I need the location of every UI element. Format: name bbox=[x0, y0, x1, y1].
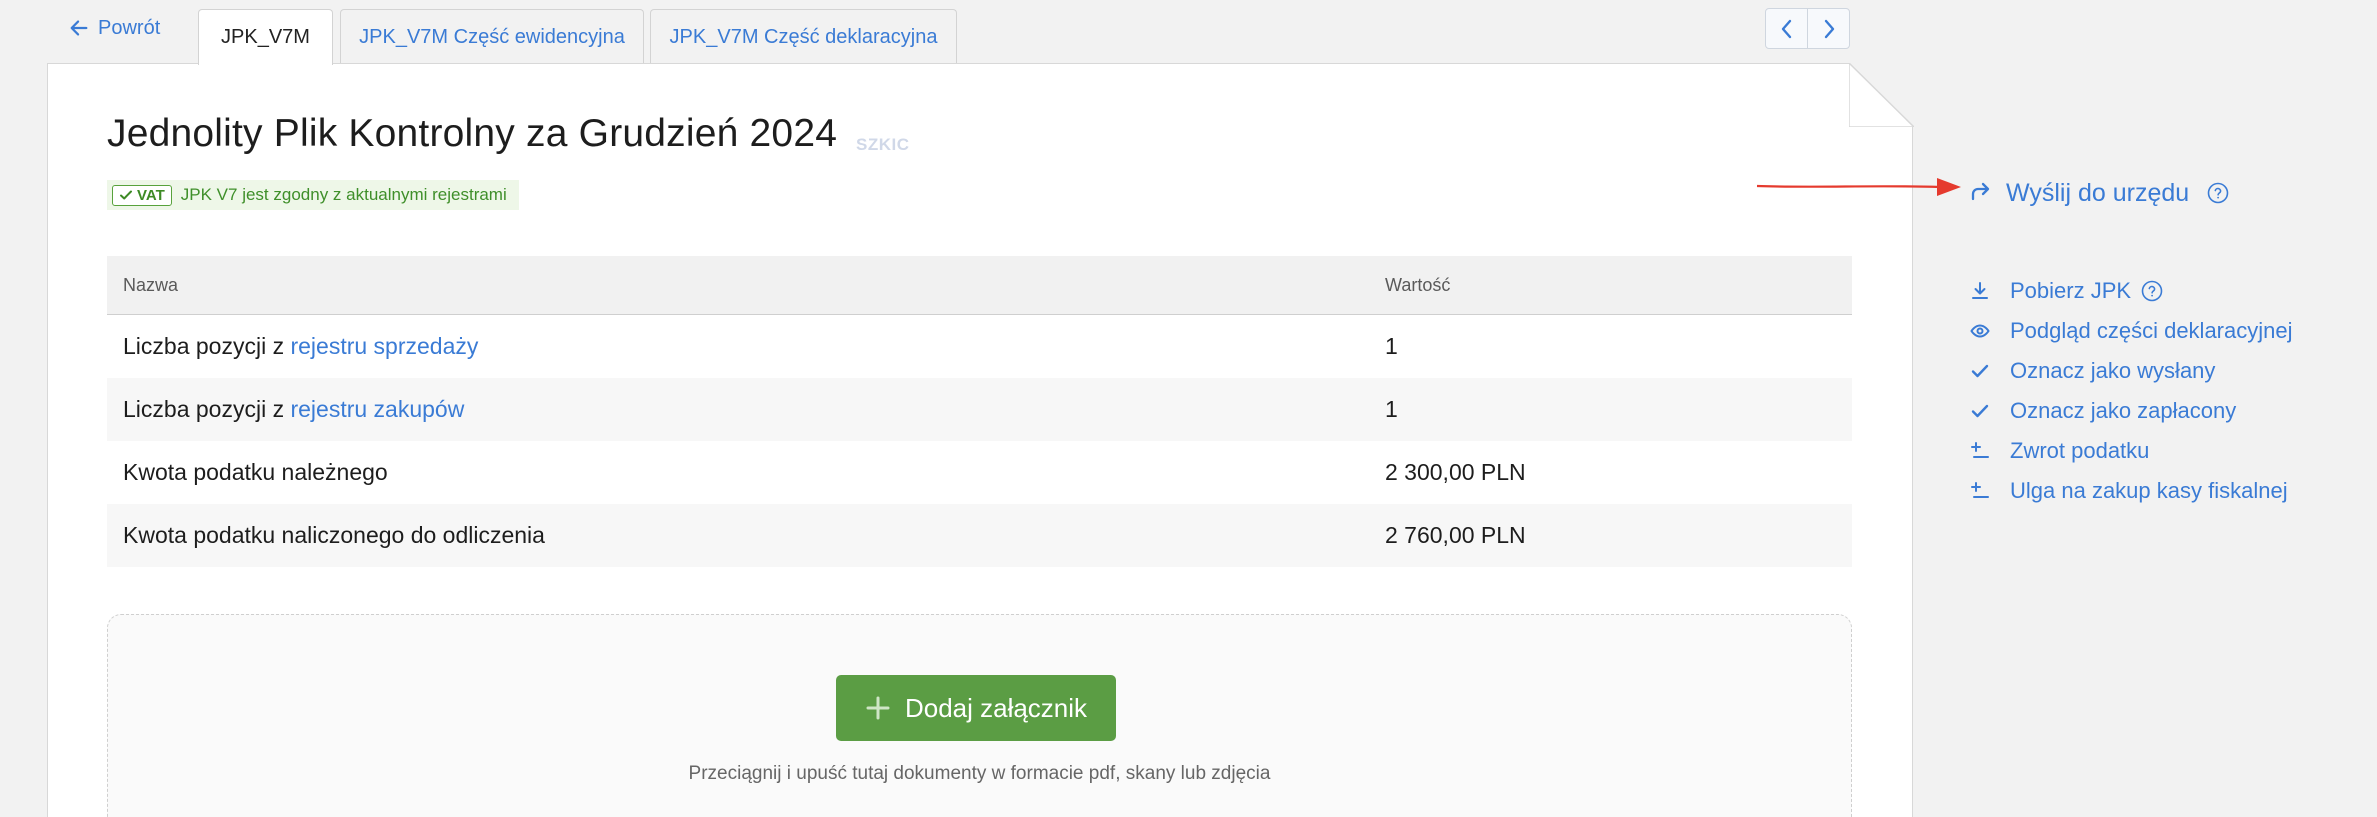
column-header-value: Wartość bbox=[1385, 274, 1451, 295]
preview-declaration-button[interactable]: Podgląd części deklaracyjnej bbox=[1968, 311, 2293, 351]
row-value: 1 bbox=[1385, 333, 1398, 359]
pager-arrows bbox=[1765, 8, 1850, 49]
table-header: Nazwa Wartość bbox=[107, 256, 1852, 315]
row-label: Liczba pozycji z rejestru zakupów bbox=[107, 396, 1385, 423]
row-value: 2 760,00 PLN bbox=[1385, 522, 1526, 548]
dropzone-hint: Przeciągnij i upuść tutaj dokumenty w fo… bbox=[688, 763, 1271, 784]
action-label: Oznacz jako wysłany bbox=[2010, 358, 2216, 383]
vat-message: JPK V7 jest zgodny z aktualnymi rejestra… bbox=[180, 185, 507, 204]
sales-register-link[interactable]: rejestru sprzedaży bbox=[290, 333, 478, 359]
row-label-text: Liczba pozycji z bbox=[123, 396, 291, 422]
share-forward-icon bbox=[1968, 179, 1992, 208]
tab-declaration-part[interactable]: JPK_V7M Część deklaracyjna bbox=[650, 9, 957, 64]
back-link[interactable]: Powrót bbox=[68, 14, 160, 42]
download-icon bbox=[1968, 279, 1992, 303]
plus-minus-icon bbox=[1968, 479, 1992, 503]
document-edge bbox=[1912, 126, 1913, 817]
row-label: Liczba pozycji z rejestru sprzedaży bbox=[107, 333, 1385, 360]
summary-table: Nazwa Wartość Liczba pozycji z rejestru … bbox=[107, 256, 1852, 567]
purchase-register-link[interactable]: rejestru zakupów bbox=[290, 396, 464, 422]
table-row: Liczba pozycji z rejestru sprzedaży 1 bbox=[107, 315, 1852, 378]
app-root: Powrót JPK_V7M JPK_V7M Część ewidencyjna… bbox=[0, 0, 2377, 817]
page-title: Jednolity Plik Kontrolny za Grudzień 202… bbox=[107, 112, 838, 155]
chevron-left-icon bbox=[1781, 19, 1791, 38]
help-icon[interactable] bbox=[2207, 182, 2229, 204]
arrow-left-icon bbox=[70, 20, 88, 36]
action-label: Pobierz JPK bbox=[2010, 278, 2132, 303]
add-attachment-label: Dodaj załącznik bbox=[904, 692, 1088, 723]
row-value: 1 bbox=[1385, 396, 1398, 422]
tab-label: JPK_V7M Część ewidencyjna bbox=[359, 25, 625, 48]
check-icon bbox=[1968, 359, 1992, 383]
cash-register-relief-button[interactable]: Ulga na zakup kasy fiskalnej bbox=[1968, 471, 2293, 511]
previous-button[interactable] bbox=[1766, 9, 1807, 48]
next-button[interactable] bbox=[1807, 9, 1849, 48]
tax-refund-button[interactable]: Zwrot podatku bbox=[1968, 431, 2293, 471]
column-header-name: Nazwa bbox=[123, 274, 179, 295]
plus-minus-icon bbox=[1968, 439, 1992, 463]
tab-label: JPK_V7M bbox=[221, 26, 310, 48]
action-label: Oznacz jako zapłacony bbox=[2010, 398, 2237, 423]
row-value: 2 300,00 PLN bbox=[1385, 459, 1526, 485]
back-link-label: Powrót bbox=[98, 16, 161, 39]
action-label: Zwrot podatku bbox=[2010, 438, 2150, 463]
vat-badge-label: VAT bbox=[137, 186, 165, 204]
row-label: Kwota podatku należnego bbox=[123, 459, 388, 485]
chevron-right-icon bbox=[1824, 19, 1834, 38]
download-jpk-button[interactable]: Pobierz JPK bbox=[1968, 271, 2293, 311]
plus-icon bbox=[866, 696, 890, 720]
table-row: Kwota podatku naliczonego do odliczenia … bbox=[107, 504, 1852, 567]
mark-as-sent-button[interactable]: Oznacz jako wysłany bbox=[1968, 351, 2293, 391]
action-list: Pobierz JPK Podgląd części deklaracyjnej… bbox=[1968, 271, 2293, 511]
send-to-office-button[interactable]: Wyślij do urzędu bbox=[1968, 178, 2229, 208]
check-icon bbox=[1968, 399, 1992, 423]
annotation-arrow-icon bbox=[1756, 178, 1961, 196]
row-label-text: Liczba pozycji z bbox=[123, 333, 291, 359]
tab-jpk-v7m[interactable]: JPK_V7M bbox=[198, 9, 333, 65]
tab-evidence-part[interactable]: JPK_V7M Część ewidencyjna bbox=[340, 9, 644, 64]
check-icon bbox=[120, 190, 132, 200]
add-attachment-button[interactable]: Dodaj załącznik bbox=[836, 675, 1116, 741]
table-row: Kwota podatku należnego 2 300,00 PLN bbox=[107, 441, 1852, 504]
tab-label: JPK_V7M Część deklaracyjna bbox=[669, 25, 938, 48]
mark-as-paid-button[interactable]: Oznacz jako zapłacony bbox=[1968, 391, 2293, 431]
action-label: Ulga na zakup kasy fiskalnej bbox=[2010, 478, 2288, 503]
vat-badge: VAT bbox=[112, 184, 172, 206]
status-badge: SZKIC bbox=[856, 135, 910, 154]
page-fold-corner bbox=[1849, 63, 1914, 127]
table-row: Liczba pozycji z rejestru zakupów 1 bbox=[107, 378, 1852, 441]
row-label: Kwota podatku naliczonego do odliczenia bbox=[123, 522, 545, 548]
eye-icon bbox=[1968, 319, 1992, 343]
action-label: Podgląd części deklaracyjnej bbox=[2010, 318, 2293, 343]
help-icon[interactable] bbox=[2141, 280, 2163, 302]
send-to-office-label: Wyślij do urzędu bbox=[2006, 178, 2190, 207]
vat-compliance-banner: VAT JPK V7 jest zgodny z aktualnymi reje… bbox=[107, 180, 519, 210]
